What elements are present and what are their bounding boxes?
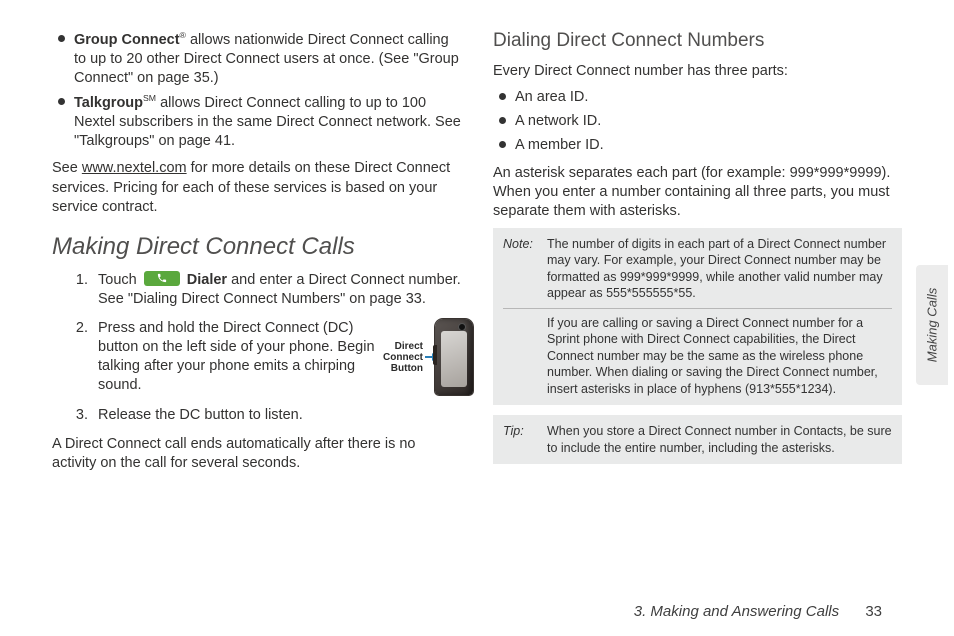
- nextel-link[interactable]: www.nextel.com: [82, 160, 187, 176]
- figure-label-l2: Connect: [383, 352, 423, 363]
- note-label: Note:: [503, 236, 541, 302]
- id-parts-list: An area ID. A network ID. A member ID.: [493, 88, 902, 155]
- phone-camera: [458, 323, 466, 331]
- step-3: Release the DC button to listen.: [92, 406, 461, 425]
- step-2: Press and hold the Direct Connect (DC) b…: [92, 319, 461, 396]
- page-footer: 3. Making and Answering Calls 33: [634, 603, 882, 620]
- asterisk-paragraph: An asterisk separates each part (for exa…: [493, 164, 902, 221]
- bullet-sup: SM: [143, 93, 156, 103]
- bullet-bold: Group Connect: [74, 32, 180, 48]
- list-item: A member ID.: [499, 136, 902, 155]
- list-item: An area ID.: [499, 88, 902, 107]
- left-column: Group Connect® allows nationwide Direct …: [52, 30, 461, 480]
- right-column: Dialing Direct Connect Numbers Every Dir…: [493, 30, 902, 480]
- section-tab: Making Calls: [916, 265, 948, 385]
- divider: [503, 308, 892, 309]
- bullet-bold: Talkgroup: [74, 95, 143, 111]
- figure-label-l1: Direct: [395, 341, 423, 352]
- figure-label-l3: Button: [391, 363, 423, 374]
- dialing-dc-numbers-heading: Dialing Direct Connect Numbers: [493, 30, 902, 52]
- arrow-icon: [425, 356, 433, 358]
- phone-dc-button: [433, 345, 437, 365]
- step-1: Touch Dialer and enter a Direct Connect …: [92, 271, 461, 309]
- see-pre: See: [52, 160, 82, 176]
- step1-pre: Touch: [98, 272, 141, 288]
- phone-illustration: [435, 319, 473, 395]
- figure-label: Direct Connect Button: [383, 341, 423, 374]
- note-box: Note: The number of digits in each part …: [493, 228, 902, 406]
- footer-page-number: 33: [865, 603, 882, 620]
- note-body-2: If you are calling or saving a Direct Co…: [503, 315, 892, 398]
- making-dc-calls-heading: Making Direct Connect Calls: [52, 233, 461, 261]
- see-paragraph: See www.nextel.com for more details on t…: [52, 159, 461, 216]
- footer-chapter: 3. Making and Answering Calls: [634, 603, 839, 620]
- closing-paragraph: A Direct Connect call ends automatically…: [52, 435, 461, 473]
- tip-body: When you store a Direct Connect number i…: [547, 423, 892, 456]
- list-item: A network ID.: [499, 112, 902, 131]
- feature-bullets: Group Connect® allows nationwide Direct …: [52, 30, 461, 151]
- section-tab-label: Making Calls: [925, 288, 940, 362]
- phone-screen: [441, 331, 467, 387]
- tip-box: Tip: When you store a Direct Connect num…: [493, 415, 902, 464]
- note-body-1: The number of digits in each part of a D…: [547, 236, 892, 302]
- dialer-button-icon: [144, 271, 180, 286]
- phone-icon: [156, 273, 167, 284]
- steps-list: Touch Dialer and enter a Direct Connect …: [52, 271, 461, 425]
- step2-text: Press and hold the Direct Connect (DC) b…: [98, 319, 375, 396]
- dc-button-figure: Direct Connect Button: [383, 319, 473, 396]
- bullet-talkgroup: TalkgroupSM allows Direct Connect callin…: [58, 93, 461, 151]
- tip-label: Tip:: [503, 423, 541, 456]
- step1-bold: Dialer: [187, 272, 227, 288]
- intro-paragraph: Every Direct Connect number has three pa…: [493, 62, 902, 81]
- bullet-group-connect: Group Connect® allows nationwide Direct …: [58, 30, 461, 88]
